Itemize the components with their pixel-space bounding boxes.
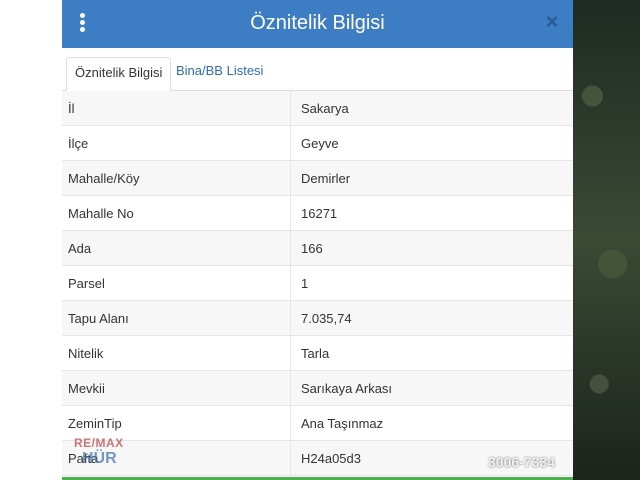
attribute-key: İlçe xyxy=(62,125,291,161)
attribute-value: Tarla xyxy=(290,335,573,371)
tab-building-list[interactable]: Bina/BB Listesi xyxy=(168,56,271,90)
attribute-key: Parsel xyxy=(62,265,291,301)
watermark-logo-line1: RE/MAX xyxy=(74,436,124,450)
table-row: ZeminTip Ana Taşınmaz xyxy=(62,405,573,441)
table-row: İlçe Geyve xyxy=(62,125,573,161)
attribute-value: Sakarya xyxy=(290,91,573,126)
attribute-value: Demirler xyxy=(290,160,573,196)
attribute-key: Ada xyxy=(62,230,291,266)
map-background[interactable] xyxy=(572,0,640,480)
panel-title: Öznitelik Bilgisi xyxy=(250,12,385,34)
attribute-value: 166 xyxy=(290,230,573,266)
table-row: Nitelik Tarla xyxy=(62,335,573,371)
attribute-info-panel: Öznitelik Bilgisi × Öznitelik Bilgisi Bi… xyxy=(62,0,573,480)
table-row: Ada 166 xyxy=(62,230,573,266)
attribute-key: Mevkii xyxy=(62,370,291,406)
panel-header: Öznitelik Bilgisi × xyxy=(62,0,573,48)
table-row: Parsel 1 xyxy=(62,265,573,301)
screen: Öznitelik Bilgisi × Öznitelik Bilgisi Bi… xyxy=(0,0,640,480)
attribute-value: 7.035,74 xyxy=(290,300,573,336)
remax-watermark-logo: RE/MAX HÜR xyxy=(74,436,130,470)
attribute-key: Tapu Alanı xyxy=(62,300,291,336)
attribute-table: İl Sakarya İlçe Geyve Mahalle/Köy Demirl… xyxy=(62,91,573,476)
attribute-key: Mahalle/Köy xyxy=(62,160,291,196)
close-icon[interactable]: × xyxy=(541,8,563,36)
tab-attribute-info[interactable]: Öznitelik Bilgisi xyxy=(66,57,172,91)
attribute-value: 1 xyxy=(290,265,573,301)
attribute-value: 16271 xyxy=(290,195,573,231)
table-row: Mahalle/Köy Demirler xyxy=(62,160,573,196)
watermark-phone: 3006-7334 xyxy=(488,454,555,470)
attribute-key: Mahalle No xyxy=(62,195,291,231)
attribute-key: Nitelik xyxy=(62,335,291,371)
table-row: İl Sakarya xyxy=(62,91,573,126)
table-row: Mevkii Sarıkaya Arkası xyxy=(62,370,573,406)
watermark-logo-line2: HÜR xyxy=(82,450,117,467)
attribute-value: Geyve xyxy=(290,125,573,161)
attribute-key: İl xyxy=(62,91,291,126)
table-row: Mahalle No 16271 xyxy=(62,195,573,231)
attribute-value: Ana Taşınmaz xyxy=(290,405,573,441)
table-row: Tapu Alanı 7.035,74 xyxy=(62,300,573,336)
tab-bar: Öznitelik Bilgisi Bina/BB Listesi xyxy=(62,48,573,91)
attribute-value: Sarıkaya Arkası xyxy=(290,370,573,406)
